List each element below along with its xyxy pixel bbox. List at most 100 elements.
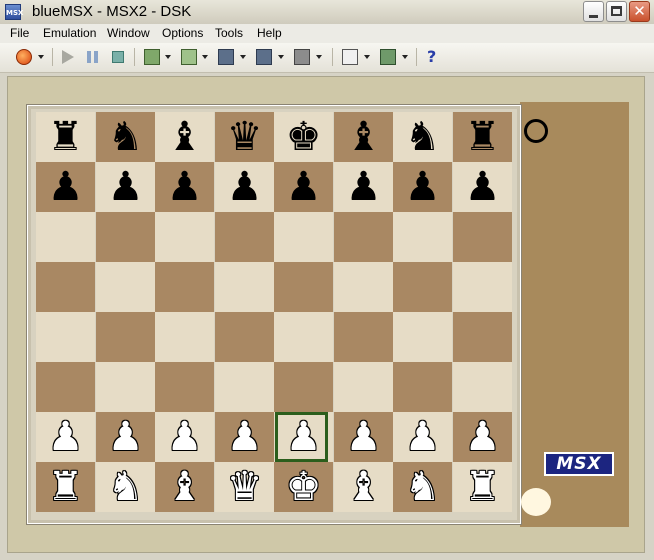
toolbar-separator xyxy=(416,48,417,66)
white-piece[interactable]: ♟ xyxy=(393,412,452,462)
disk-a-dropdown-icon[interactable] xyxy=(240,55,246,59)
reset-icon[interactable] xyxy=(16,49,32,65)
white-piece[interactable]: ♟ xyxy=(453,412,512,462)
square-h4[interactable] xyxy=(453,312,512,362)
minimize-icon xyxy=(589,15,598,18)
white-piece[interactable]: ♟ xyxy=(215,412,274,462)
cart2-dropdown-icon[interactable] xyxy=(202,55,208,59)
disk-b-dropdown-icon[interactable] xyxy=(278,55,284,59)
black-piece[interactable]: ♞ xyxy=(393,112,452,162)
square-b6[interactable] xyxy=(96,212,155,262)
square-h3[interactable] xyxy=(453,362,512,412)
cassette-dropdown-icon[interactable] xyxy=(316,55,322,59)
white-piece[interactable]: ♟ xyxy=(155,412,214,462)
square-f3[interactable] xyxy=(334,362,393,412)
black-piece[interactable]: ♟ xyxy=(274,162,333,212)
window-size-icon[interactable] xyxy=(342,49,358,65)
play-icon[interactable] xyxy=(62,50,74,64)
properties-icon[interactable] xyxy=(380,49,396,65)
square-g6[interactable] xyxy=(393,212,452,262)
square-b4[interactable] xyxy=(96,312,155,362)
close-button[interactable]: ✕ xyxy=(629,1,650,22)
white-piece[interactable]: ♚ xyxy=(274,462,333,512)
square-f4[interactable] xyxy=(334,312,393,362)
square-h5[interactable] xyxy=(453,262,512,312)
black-piece[interactable]: ♟ xyxy=(36,162,95,212)
white-piece[interactable]: ♞ xyxy=(393,462,452,512)
black-piece[interactable]: ♜ xyxy=(36,112,95,162)
black-piece[interactable]: ♟ xyxy=(453,162,512,212)
black-turn-indicator xyxy=(524,119,548,143)
square-c5[interactable] xyxy=(155,262,214,312)
square-a5[interactable] xyxy=(36,262,95,312)
white-piece[interactable]: ♜ xyxy=(36,462,95,512)
square-a6[interactable] xyxy=(36,212,95,262)
square-f6[interactable] xyxy=(334,212,393,262)
square-g4[interactable] xyxy=(393,312,452,362)
white-piece[interactable]: ♝ xyxy=(155,462,214,512)
disk-b-icon[interactable] xyxy=(256,49,272,65)
black-piece[interactable]: ♟ xyxy=(393,162,452,212)
square-b3[interactable] xyxy=(96,362,155,412)
black-piece[interactable]: ♟ xyxy=(215,162,274,212)
square-g5[interactable] xyxy=(393,262,452,312)
menu-window[interactable]: Window xyxy=(107,26,150,40)
menu-tools[interactable]: Tools xyxy=(215,26,243,40)
square-e5[interactable] xyxy=(274,262,333,312)
square-d5[interactable] xyxy=(215,262,274,312)
square-b5[interactable] xyxy=(96,262,155,312)
close-icon: ✕ xyxy=(633,2,646,20)
square-f5[interactable] xyxy=(334,262,393,312)
square-a4[interactable] xyxy=(36,312,95,362)
menu-emulation[interactable]: Emulation xyxy=(43,26,96,40)
square-c3[interactable] xyxy=(155,362,214,412)
black-piece[interactable]: ♟ xyxy=(334,162,393,212)
square-d4[interactable] xyxy=(215,312,274,362)
white-piece[interactable]: ♝ xyxy=(334,462,393,512)
app-icon: MSX xyxy=(5,4,23,20)
black-piece[interactable]: ♛ xyxy=(215,112,274,162)
square-a3[interactable] xyxy=(36,362,95,412)
black-piece[interactable]: ♟ xyxy=(155,162,214,212)
stop-icon[interactable] xyxy=(112,51,124,63)
pause-icon[interactable] xyxy=(87,51,91,63)
black-piece[interactable]: ♝ xyxy=(155,112,214,162)
black-piece[interactable]: ♞ xyxy=(96,112,155,162)
square-h6[interactable] xyxy=(453,212,512,262)
white-piece[interactable]: ♟ xyxy=(334,412,393,462)
toolbar-separator xyxy=(134,48,135,66)
menu-help[interactable]: Help xyxy=(257,26,282,40)
menu-file[interactable]: File xyxy=(10,26,29,40)
black-piece[interactable]: ♝ xyxy=(334,112,393,162)
black-piece[interactable]: ♜ xyxy=(453,112,512,162)
minimize-button[interactable] xyxy=(583,1,604,22)
cart1-icon[interactable] xyxy=(144,49,160,65)
white-piece[interactable]: ♟ xyxy=(36,412,95,462)
white-piece[interactable]: ♟ xyxy=(96,412,155,462)
cassette-icon[interactable] xyxy=(294,49,310,65)
black-piece[interactable]: ♚ xyxy=(274,112,333,162)
reset-dropdown-icon[interactable] xyxy=(38,55,44,59)
cart2-icon[interactable] xyxy=(181,49,197,65)
cart1-dropdown-icon[interactable] xyxy=(165,55,171,59)
disk-a-icon[interactable] xyxy=(218,49,234,65)
square-c4[interactable] xyxy=(155,312,214,362)
square-e3[interactable] xyxy=(274,362,333,412)
square-d6[interactable] xyxy=(215,212,274,262)
white-piece[interactable]: ♜ xyxy=(453,462,512,512)
square-c6[interactable] xyxy=(155,212,214,262)
square-e4[interactable] xyxy=(274,312,333,362)
white-piece[interactable]: ♛ xyxy=(215,462,274,512)
white-piece[interactable]: ♞ xyxy=(96,462,155,512)
window-size-dropdown-icon[interactable] xyxy=(364,55,370,59)
black-piece[interactable]: ♟ xyxy=(96,162,155,212)
maximize-button[interactable] xyxy=(606,1,627,22)
menu-bar: File Emulation Window Options Tools Help xyxy=(0,24,654,43)
square-e6[interactable] xyxy=(274,212,333,262)
menu-options[interactable]: Options xyxy=(162,26,203,40)
properties-dropdown-icon[interactable] xyxy=(402,55,408,59)
toolbar-separator xyxy=(52,48,53,66)
square-g3[interactable] xyxy=(393,362,452,412)
help-icon[interactable]: ? xyxy=(427,47,443,66)
square-d3[interactable] xyxy=(215,362,274,412)
